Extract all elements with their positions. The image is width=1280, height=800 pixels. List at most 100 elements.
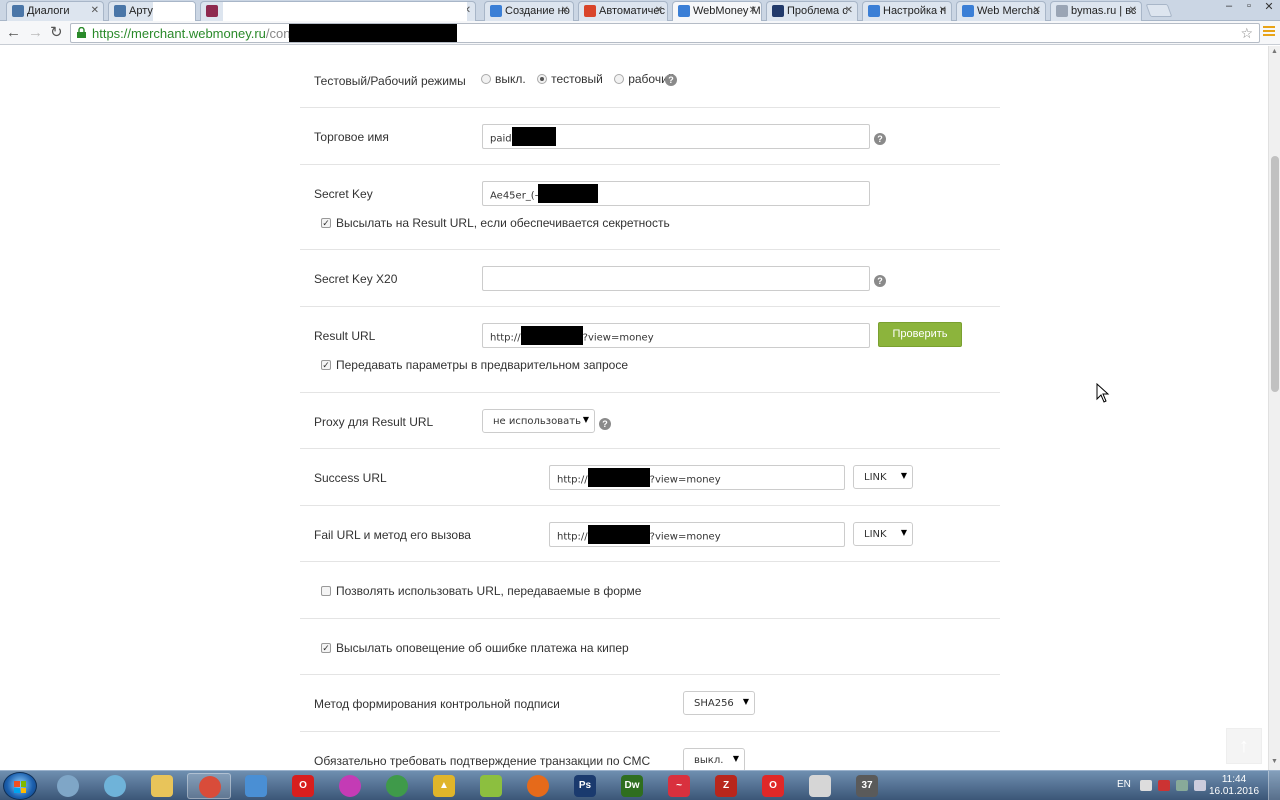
browser-toolbar: ← → ↻ https://merchant.webmoney.ru/conf/…	[0, 21, 1280, 45]
close-tab-icon[interactable]: ✕	[1129, 5, 1137, 16]
redacted-block	[153, 2, 195, 21]
signature-method-select[interactable]: SHA256 ▼	[683, 691, 755, 715]
taskbar-app-button[interactable]: O	[281, 773, 325, 799]
radio-button[interactable]	[614, 73, 625, 84]
taskbar-app-button[interactable]: Dw	[610, 773, 654, 799]
show-desktop-button[interactable]	[1268, 771, 1280, 800]
browser-tab-bar: Диалоги✕Артур✕✕Создание но✕Автоматичес✕W…	[0, 0, 1280, 22]
scrollbar-thumb[interactable]	[1271, 156, 1279, 392]
language-indicator[interactable]: EN	[1117, 779, 1131, 790]
fail-url-input[interactable]: http://?view=money	[549, 522, 845, 547]
browser-tab[interactable]: Web Mercha ✕	[956, 1, 1046, 21]
tray-arrow-icon[interactable]	[1140, 780, 1152, 791]
volume-icon[interactable]	[1194, 780, 1206, 791]
success-url-input[interactable]: http://?view=money	[549, 465, 845, 490]
keeper-icon: ▲	[433, 775, 455, 797]
taskbar-app-button[interactable]: ▲	[422, 773, 466, 799]
new-tab-button[interactable]	[1145, 4, 1173, 17]
reload-icon[interactable]: ↻	[50, 24, 63, 42]
taskbar-app-button[interactable]	[469, 773, 513, 799]
minimize-window-icon[interactable]: –	[1222, 0, 1236, 13]
result-url-input[interactable]: http://?view=money	[482, 323, 870, 348]
tray-flag-icon[interactable]	[1158, 780, 1170, 791]
browser-tab[interactable]: Автоматичес ✕	[578, 1, 668, 21]
proxy-select[interactable]: не использовать ▼	[482, 409, 595, 433]
address-bar[interactable]: https://merchant.webmoney.ru/conf/ ☆	[70, 23, 1260, 43]
browser-tab[interactable]: Настройка п ✕	[862, 1, 952, 21]
scroll-up-arrow-icon[interactable]: ▲	[1271, 48, 1278, 55]
network-icon[interactable]	[1176, 780, 1188, 791]
success-url-label: Success URL	[314, 471, 387, 485]
browser-tab[interactable]: Артур✕	[108, 1, 196, 21]
scroll-down-arrow-icon[interactable]: ▼	[1271, 758, 1278, 765]
help-icon[interactable]: ?	[665, 74, 677, 86]
fail-method-select[interactable]: LINK ▼	[853, 522, 913, 546]
mode-radio-group: выкл. тестовый рабочий	[481, 72, 683, 86]
taskbar-app-button[interactable]: ~	[657, 773, 701, 799]
browser-tab[interactable]: WebMoney M ✕	[672, 1, 762, 22]
help-icon[interactable]: ?	[874, 275, 886, 287]
taskbar-app-button[interactable]	[516, 773, 560, 799]
taskbar-app-button[interactable]	[187, 773, 231, 799]
browser-tab[interactable]: Проблема с ✕	[766, 1, 858, 21]
browser-tab[interactable]: Создание но ✕	[484, 1, 574, 21]
secret-key-input[interactable]: Ae45er_(-	[482, 181, 870, 206]
scroll-to-top-button[interactable]: ↑	[1226, 728, 1262, 764]
secret-key-x20-row: Secret Key X20 ?	[300, 250, 1000, 307]
taskbar-app-button[interactable]: O	[751, 773, 795, 799]
close-window-icon[interactable]: ✕	[1262, 0, 1276, 13]
lock-icon	[77, 27, 86, 38]
bookmark-star-icon[interactable]: ☆	[1240, 25, 1253, 42]
taskbar-app-button[interactable]: Z	[704, 773, 748, 799]
pass-params-checkbox[interactable]: ✓	[321, 360, 331, 370]
taskbar-app-button[interactable]	[328, 773, 372, 799]
check-url-button[interactable]: Проверить	[878, 322, 962, 347]
taskbar-app-button[interactable]	[375, 773, 419, 799]
browser-tab[interactable]: ✕	[200, 1, 476, 21]
mouse-cursor-icon	[1096, 383, 1110, 403]
mode-option-off[interactable]: выкл.	[481, 72, 526, 86]
airline-icon: ~	[668, 775, 690, 797]
close-tab-icon[interactable]: ✕	[749, 5, 757, 16]
taskbar-app-button[interactable]	[93, 773, 137, 799]
help-icon[interactable]: ?	[874, 133, 886, 145]
allow-form-urls-row: Позволять использовать URL, передаваемые…	[300, 562, 1000, 619]
taskbar-app-button[interactable]	[46, 773, 90, 799]
clock[interactable]: 11:44 16.01.2016	[1206, 774, 1262, 798]
radio-button[interactable]	[537, 73, 548, 84]
forward-arrow-icon[interactable]: →	[28, 24, 43, 42]
close-tab-icon[interactable]: ✕	[1033, 5, 1041, 16]
close-tab-icon[interactable]: ✕	[939, 5, 947, 16]
taskbar-app-button[interactable]: 37	[845, 773, 889, 799]
start-button[interactable]	[3, 772, 37, 800]
trade-name-input[interactable]: paid	[482, 124, 870, 149]
taskbar-app-button[interactable]: Ps	[563, 773, 607, 799]
notify-keeper-checkbox[interactable]: ✓	[321, 643, 331, 653]
radio-button[interactable]	[481, 73, 491, 84]
calendar-icon: 37	[856, 775, 878, 797]
browser-tab[interactable]: Диалоги ✕	[6, 1, 104, 21]
sms-confirm-select[interactable]: выкл. ▼	[683, 748, 745, 770]
send-result-url-checkbox[interactable]: ✓	[321, 218, 331, 228]
close-tab-icon[interactable]: ✕	[845, 5, 853, 16]
dreamweaver-icon: Dw	[621, 775, 643, 797]
close-tab-icon[interactable]: ✕	[655, 5, 663, 16]
secret-key-row: Secret Key Ae45er_(- ✓ Высылать на Resul…	[300, 165, 1000, 250]
help-icon[interactable]: ?	[599, 418, 611, 430]
menu-icon[interactable]	[1263, 26, 1275, 38]
clock-time: 11:44	[1221, 774, 1247, 785]
taskbar-app-button[interactable]	[140, 773, 184, 799]
mode-option-test[interactable]: тестовый	[537, 72, 603, 86]
redacted-block	[538, 184, 599, 203]
vertical-scrollbar[interactable]: ▲ ▼	[1268, 46, 1280, 770]
maximize-window-icon[interactable]: ▫	[1242, 0, 1256, 13]
allow-form-urls-checkbox[interactable]	[321, 586, 331, 596]
secret-key-x20-input[interactable]	[482, 266, 870, 291]
success-method-select[interactable]: LINK ▼	[853, 465, 913, 489]
browser-tab[interactable]: bymas.ru | вс ✕	[1050, 1, 1142, 21]
taskbar-app-button[interactable]	[798, 773, 842, 799]
taskbar-app-button[interactable]	[234, 773, 278, 799]
close-tab-icon[interactable]: ✕	[91, 5, 99, 16]
close-tab-icon[interactable]: ✕	[561, 5, 569, 16]
back-arrow-icon[interactable]: ←	[6, 24, 21, 42]
